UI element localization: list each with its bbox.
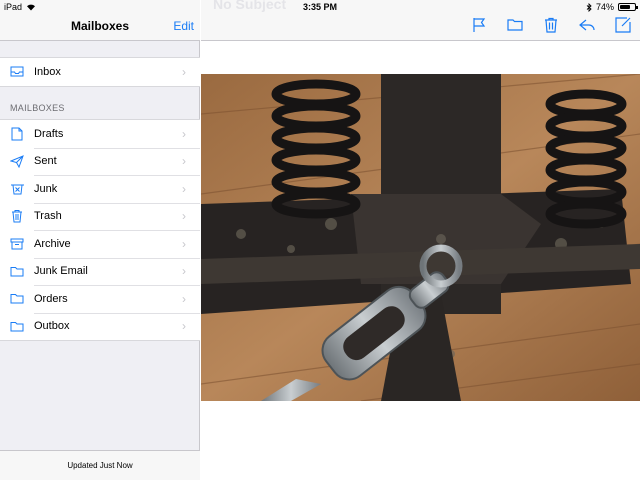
sidebar-item-label: Archive — [34, 237, 71, 250]
mailbox-list: Drafts › Sent › Junk › Trash › Archive ›… — [0, 119, 200, 341]
chevron-right-icon: › — [182, 319, 186, 334]
chevron-right-icon: › — [182, 291, 186, 306]
paper-plane-icon — [0, 154, 34, 168]
sidebar-item-label: Drafts — [34, 127, 64, 140]
attached-photo[interactable] — [201, 74, 640, 401]
sidebar-item-junk-email[interactable]: Junk Email › — [0, 257, 200, 286]
archive-box-icon — [0, 238, 34, 250]
sidebar-item-drafts[interactable]: Drafts › — [0, 120, 200, 148]
status-bar: iPad 3:35 PM 74% — [0, 0, 640, 14]
compose-icon[interactable] — [614, 16, 632, 34]
section-label: MAILBOXES — [10, 103, 65, 113]
folder-icon — [0, 321, 34, 332]
message-pane: No Subject — [201, 0, 640, 480]
edit-button[interactable]: Edit — [173, 19, 194, 33]
trash-icon — [0, 209, 34, 223]
flag-icon[interactable] — [470, 16, 488, 34]
chevron-right-icon: › — [182, 154, 186, 169]
sidebar-item-archive[interactable]: Archive › — [0, 230, 200, 258]
inbox-group: Inbox › — [0, 57, 200, 87]
sidebar-item-outbox[interactable]: Outbox › — [0, 312, 200, 341]
sidebar-title: Mailboxes — [70, 19, 130, 33]
sidebar-item-label: Sent — [34, 155, 57, 168]
sidebar-item-trash[interactable]: Trash › — [0, 202, 200, 231]
sidebar-item-label: Inbox — [34, 65, 61, 78]
folder-icon — [0, 266, 34, 277]
sidebar-item-orders[interactable]: Orders › — [0, 285, 200, 313]
mailboxes-sidebar: Mailboxes Edit Inbox › MAILBOXES Drafts … — [0, 0, 200, 480]
reply-icon[interactable] — [578, 16, 596, 34]
update-status: Updated Just Now — [0, 450, 200, 480]
sidebar-item-sent[interactable]: Sent › — [0, 147, 200, 176]
battery-percent: 74% — [595, 2, 614, 12]
folder-icon — [0, 293, 34, 304]
draft-document-icon — [0, 127, 34, 141]
battery-icon — [618, 3, 638, 11]
sidebar-item-junk[interactable]: Junk › — [0, 175, 200, 203]
folder-move-icon[interactable] — [506, 16, 524, 34]
bluetooth-icon — [586, 2, 592, 12]
chevron-right-icon: › — [182, 64, 186, 79]
photo-illustration — [201, 74, 640, 401]
sidebar-item-label: Junk — [34, 182, 58, 195]
chevron-right-icon: › — [182, 126, 186, 141]
sidebar-item-inbox[interactable]: Inbox › — [0, 58, 200, 86]
sidebar-item-label: Trash — [34, 210, 62, 223]
trash-icon[interactable] — [542, 16, 560, 34]
status-time: 3:35 PM — [302, 2, 337, 12]
chevron-right-icon: › — [182, 264, 186, 279]
chevron-right-icon: › — [182, 236, 186, 251]
sidebar-item-label: Outbox — [34, 320, 70, 333]
junk-tray-icon — [0, 183, 34, 195]
inbox-icon — [0, 66, 34, 77]
chevron-right-icon: › — [182, 209, 186, 224]
sidebar-item-label: Junk Email — [34, 265, 88, 278]
chevron-right-icon: › — [182, 181, 186, 196]
sidebar-item-label: Orders — [34, 292, 68, 305]
